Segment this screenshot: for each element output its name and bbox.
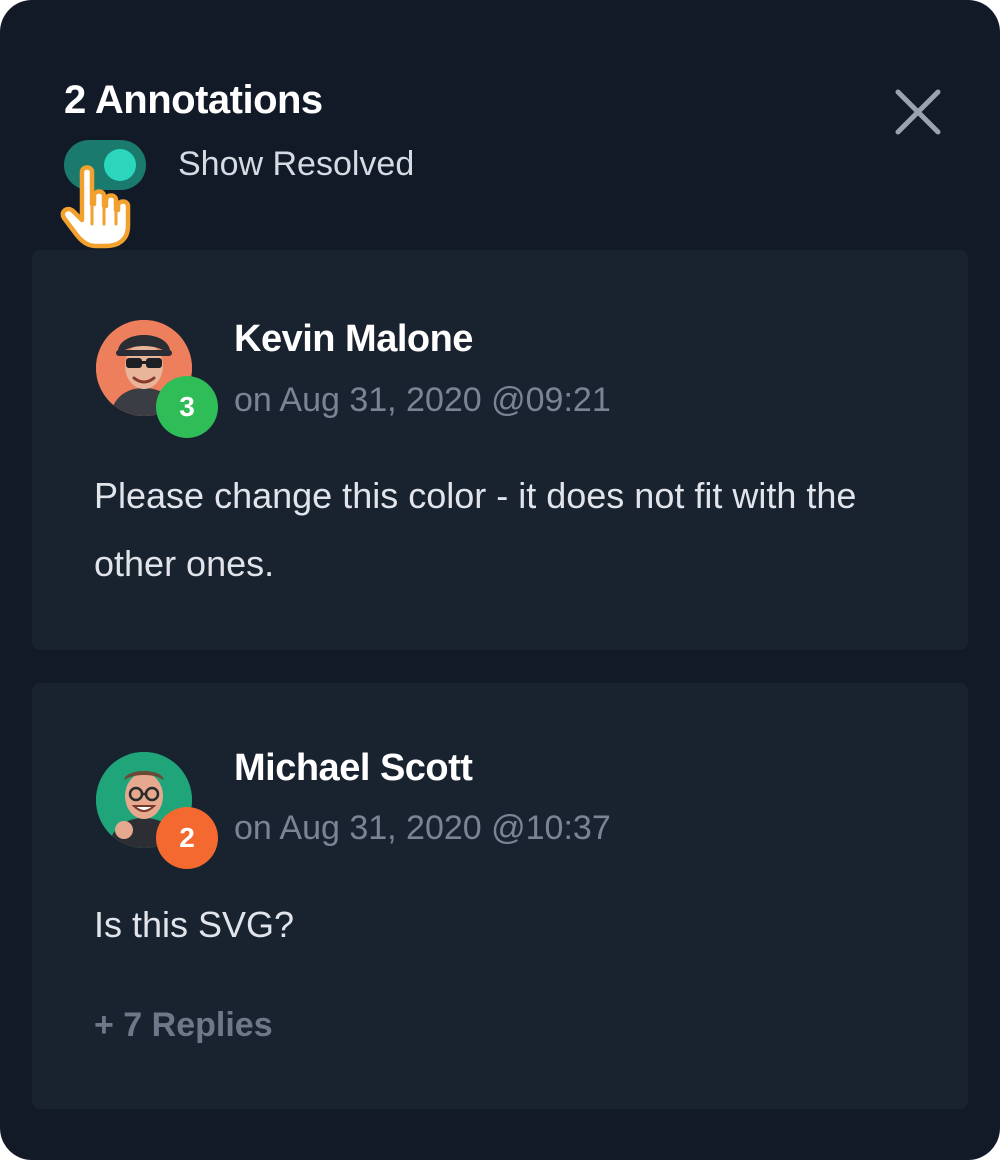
author-name: Kevin Malone [234, 318, 473, 360]
show-resolved-label: Show Resolved [178, 145, 415, 183]
annotation-date: on Aug 31, 2020 @10:37 [234, 809, 611, 847]
toggle-knob [104, 149, 136, 181]
annotation-card[interactable]: 3 Kevin Malone on Aug 31, 2020 @09:21 Pl… [32, 250, 968, 650]
annotation-message: Please change this color - it does not f… [94, 475, 857, 584]
author-name: Michael Scott [234, 747, 473, 789]
annotation-date: on Aug 31, 2020 @09:21 [234, 381, 611, 419]
annotation-message: Is this SVG? [94, 904, 295, 945]
show-resolved-toggle[interactable] [64, 140, 146, 190]
close-icon [895, 89, 941, 135]
annotations-panel: 2 Annotations Show Resolved 3 Kevin Malo… [0, 0, 1000, 1160]
close-button[interactable] [890, 84, 946, 140]
panel-title: 2 Annotations [64, 78, 323, 122]
annotation-badge: 3 [156, 376, 218, 438]
annotation-badge: 2 [156, 807, 218, 869]
annotation-card[interactable]: 2 Michael Scott on Aug 31, 2020 @10:37 I… [32, 683, 968, 1109]
replies-link[interactable]: + 7 Replies [94, 1006, 273, 1045]
